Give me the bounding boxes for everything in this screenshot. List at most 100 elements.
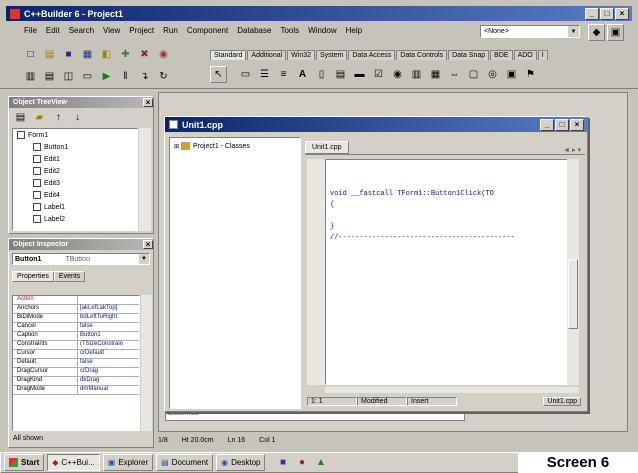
- menu-item-search[interactable]: Search: [69, 26, 94, 35]
- arrow-down-icon[interactable]: ↓: [69, 109, 86, 126]
- taskbar-item-document[interactable]: ▤ Document: [156, 454, 214, 471]
- folder-icon[interactable]: ▰: [31, 109, 48, 126]
- mainmenu-icon[interactable]: ☰: [256, 66, 273, 83]
- tray-icon[interactable]: ●: [293, 454, 310, 471]
- taskbar-item-desktop[interactable]: ◉ Desktop: [216, 454, 266, 471]
- toolbar-icon[interactable]: ▣: [607, 24, 624, 41]
- taskbar-item-explorer[interactable]: ▣ Explorer: [102, 454, 154, 471]
- combobox-icon[interactable]: ▦: [427, 66, 444, 83]
- class-explorer[interactable]: ⊞ Project1 - Classes: [169, 137, 301, 409]
- treeview-scrollbar[interactable]: [139, 128, 151, 231]
- groupbox-icon[interactable]: ▢: [465, 66, 482, 83]
- new-icon[interactable]: □: [22, 46, 39, 63]
- code-editor[interactable]: void __fastcall TForm1::Button1Click(TO{…: [325, 159, 575, 385]
- status-tab-unit1[interactable]: Unit1.cpp: [543, 396, 581, 406]
- open-icon[interactable]: ▤: [41, 46, 58, 63]
- trace-icon[interactable]: ↻: [155, 68, 172, 85]
- save-all-icon[interactable]: ▦: [79, 46, 96, 63]
- palette-tab[interactable]: System: [316, 50, 348, 60]
- inspector-close-button[interactable]: ×: [143, 240, 153, 249]
- nav-arrows-icon[interactable]: ◄ ▸ ▾: [563, 146, 581, 154]
- start-button[interactable]: Start: [4, 454, 45, 471]
- menu-item-edit[interactable]: Edit: [46, 26, 60, 35]
- tree-item[interactable]: Form1: [13, 129, 137, 141]
- property-value[interactable]: false: [77, 323, 139, 331]
- menu-item-file[interactable]: File: [24, 26, 37, 35]
- component-selector[interactable]: Button1 TButton ▼: [12, 253, 150, 265]
- chevron-down-icon[interactable]: ▼: [139, 254, 149, 264]
- view-unit-icon[interactable]: ▥: [22, 68, 39, 85]
- palette-tab[interactable]: Data Controls: [396, 50, 448, 60]
- memo-icon[interactable]: ▤: [332, 66, 349, 83]
- taskbar-item-cppbuilder[interactable]: ◆ C++Bui...: [47, 454, 100, 471]
- menu-item-database[interactable]: Database: [237, 26, 271, 35]
- menu-item-help[interactable]: Help: [346, 26, 362, 35]
- minimize-button[interactable]: _: [585, 7, 599, 20]
- property-row[interactable]: Action: [13, 296, 139, 305]
- property-row[interactable]: Constraints (TSizeConstrain: [13, 341, 139, 350]
- property-row[interactable]: Cursor crDefault: [13, 350, 139, 359]
- property-grid[interactable]: Action Anchors [akLeft,akTop] BiDiMode bdLef…: [12, 295, 140, 431]
- toolbar-icon[interactable]: ◆: [588, 24, 605, 41]
- property-value[interactable]: [akLeft,akTop]: [77, 305, 139, 313]
- property-row[interactable]: Caption Button1: [13, 332, 139, 341]
- menu-item-project[interactable]: Project: [129, 26, 154, 35]
- editor-minimize-button[interactable]: _: [540, 118, 554, 131]
- tree-item[interactable]: Label2: [13, 213, 137, 225]
- code-horizontal-scrollbar[interactable]: [325, 387, 579, 393]
- property-value[interactable]: (TSizeConstrain: [77, 341, 139, 349]
- tree-item[interactable]: Edit2: [13, 165, 137, 177]
- add-file-icon[interactable]: ✚: [117, 46, 134, 63]
- tray-icon[interactable]: ■: [274, 454, 291, 471]
- radiogroup-icon[interactable]: ◎: [484, 66, 501, 83]
- arrow-up-icon[interactable]: ↑: [50, 109, 67, 126]
- new-form-icon[interactable]: ▭: [79, 68, 96, 85]
- close-button[interactable]: ×: [615, 7, 629, 20]
- tree-item[interactable]: Edit3: [13, 177, 137, 189]
- tab-properties[interactable]: Properties: [12, 271, 54, 282]
- actionlist-icon[interactable]: ⚑: [522, 66, 539, 83]
- treeview-list[interactable]: Form1 Button1 Edit1 Edit2 Edit3 Edit4 Label1 La…: [12, 128, 138, 231]
- property-value[interactable]: dmManual: [77, 386, 139, 394]
- tab-unit1[interactable]: Unit1.cpp: [305, 141, 349, 154]
- open-project-icon[interactable]: ◧: [98, 46, 115, 63]
- property-value[interactable]: false: [77, 359, 139, 367]
- code-vertical-scrollbar[interactable]: [567, 159, 579, 385]
- scrollbar-icon[interactable]: ⇔: [446, 66, 463, 83]
- step-icon[interactable]: ↴: [136, 68, 153, 85]
- menu-item-component[interactable]: Component: [187, 26, 228, 35]
- tree-item[interactable]: Label1: [13, 201, 137, 213]
- property-row[interactable]: DragKind dkDrag: [13, 377, 139, 386]
- pointer-icon[interactable]: ↖: [210, 65, 227, 83]
- remove-file-icon[interactable]: ✖: [136, 46, 153, 63]
- tree-icon[interactable]: ▤: [12, 109, 29, 126]
- property-row[interactable]: Default false: [13, 359, 139, 368]
- toggle-icon[interactable]: ◫: [60, 68, 77, 85]
- palette-tab[interactable]: I: [537, 50, 548, 60]
- editor-close-button[interactable]: ×: [570, 118, 584, 131]
- palette-tab[interactable]: Win32: [287, 50, 316, 60]
- label-icon[interactable]: A: [294, 66, 311, 83]
- menu-item-tools[interactable]: Tools: [280, 26, 299, 35]
- chevron-down-icon[interactable]: ▼: [568, 26, 579, 37]
- pause-icon[interactable]: ‖: [117, 68, 134, 85]
- checkbox-icon[interactable]: ☑: [370, 66, 387, 83]
- frame-icon[interactable]: ▭: [237, 66, 254, 83]
- menu-item-view[interactable]: View: [103, 26, 120, 35]
- config-combo[interactable]: <None> ▼: [480, 25, 580, 38]
- palette-tab[interactable]: Additional: [247, 50, 287, 60]
- scrollbar-thumb[interactable]: [568, 259, 578, 329]
- property-value[interactable]: crDefault: [77, 350, 139, 358]
- property-value[interactable]: crDrag: [77, 368, 139, 376]
- radiobutton-icon[interactable]: ◉: [389, 66, 406, 83]
- tree-item[interactable]: Edit4: [13, 189, 137, 201]
- property-row[interactable]: Cancel false: [13, 323, 139, 332]
- property-value[interactable]: dkDrag: [77, 377, 139, 385]
- property-row[interactable]: DragMode dmManual: [13, 386, 139, 395]
- button-icon[interactable]: ▬: [351, 66, 368, 83]
- property-value[interactable]: bdLeftToRight: [77, 314, 139, 322]
- maximize-button[interactable]: □: [600, 7, 614, 20]
- palette-tab[interactable]: ADO: [513, 50, 537, 60]
- listbox-icon[interactable]: ▥: [408, 66, 425, 83]
- panel-icon[interactable]: ▣: [503, 66, 520, 83]
